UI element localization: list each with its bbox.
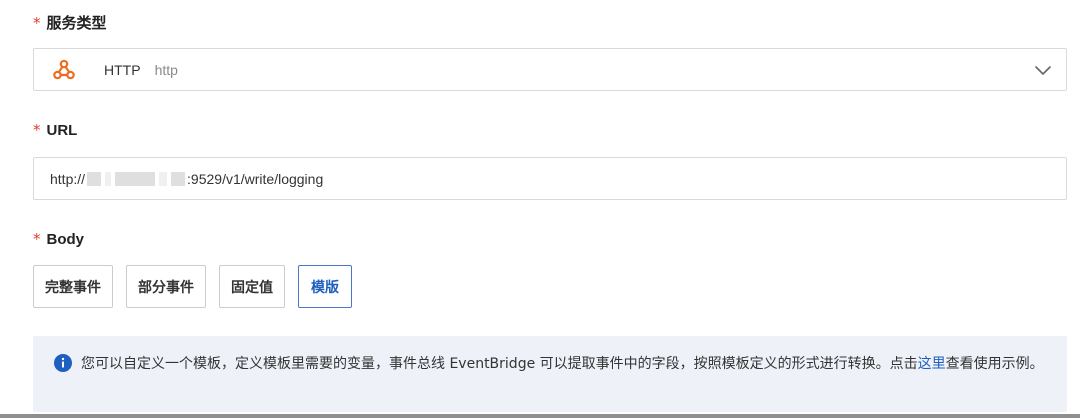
url-input[interactable]: http:// :9529/v1/write/logging <box>33 157 1067 200</box>
url-prefix: http:// <box>50 170 86 187</box>
url-suffix: :9529/v1/write/logging <box>187 170 324 187</box>
example-link[interactable]: 这里 <box>918 356 946 372</box>
body-label-text: Body <box>46 230 85 248</box>
info-icon <box>54 354 72 372</box>
service-type-select[interactable]: HTTP http <box>33 48 1067 91</box>
body-option-fixed-value[interactable]: 固定值 <box>219 265 285 308</box>
service-type-label-text: 服务类型 <box>46 14 107 32</box>
required-mark: * <box>33 230 41 248</box>
chevron-down-icon[interactable] <box>1034 61 1052 79</box>
template-info-box: 您可以自定义一个模板，定义模板里需要的变量，事件总线 EventBridge 可… <box>33 336 1067 412</box>
body-label: * Body <box>33 230 84 248</box>
body-option-full-event[interactable]: 完整事件 <box>33 265 113 308</box>
url-label: * URL <box>33 121 77 139</box>
redacted-host <box>87 171 186 186</box>
required-mark: * <box>33 121 41 139</box>
body-option-template[interactable]: 模版 <box>298 265 352 308</box>
bottom-divider <box>0 414 1080 418</box>
info-text-main: 您可以自定义一个模板，定义模板里需要的变量，事件总线 EventBridge 可… <box>81 356 918 372</box>
required-mark: * <box>33 13 41 32</box>
url-label-text: URL <box>46 121 78 139</box>
service-type-name: HTTP <box>104 61 141 78</box>
info-text-tail: 查看使用示例。 <box>945 356 1044 372</box>
webhook-icon <box>52 58 76 82</box>
body-option-partial-event[interactable]: 部分事件 <box>126 265 206 308</box>
body-options: 完整事件 部分事件 固定值 模版 <box>33 265 365 308</box>
info-text: 您可以自定义一个模板，定义模板里需要的变量，事件总线 EventBridge 可… <box>81 353 1047 375</box>
service-type-label: * 服务类型 <box>33 12 107 33</box>
service-type-sub: http <box>154 61 178 78</box>
